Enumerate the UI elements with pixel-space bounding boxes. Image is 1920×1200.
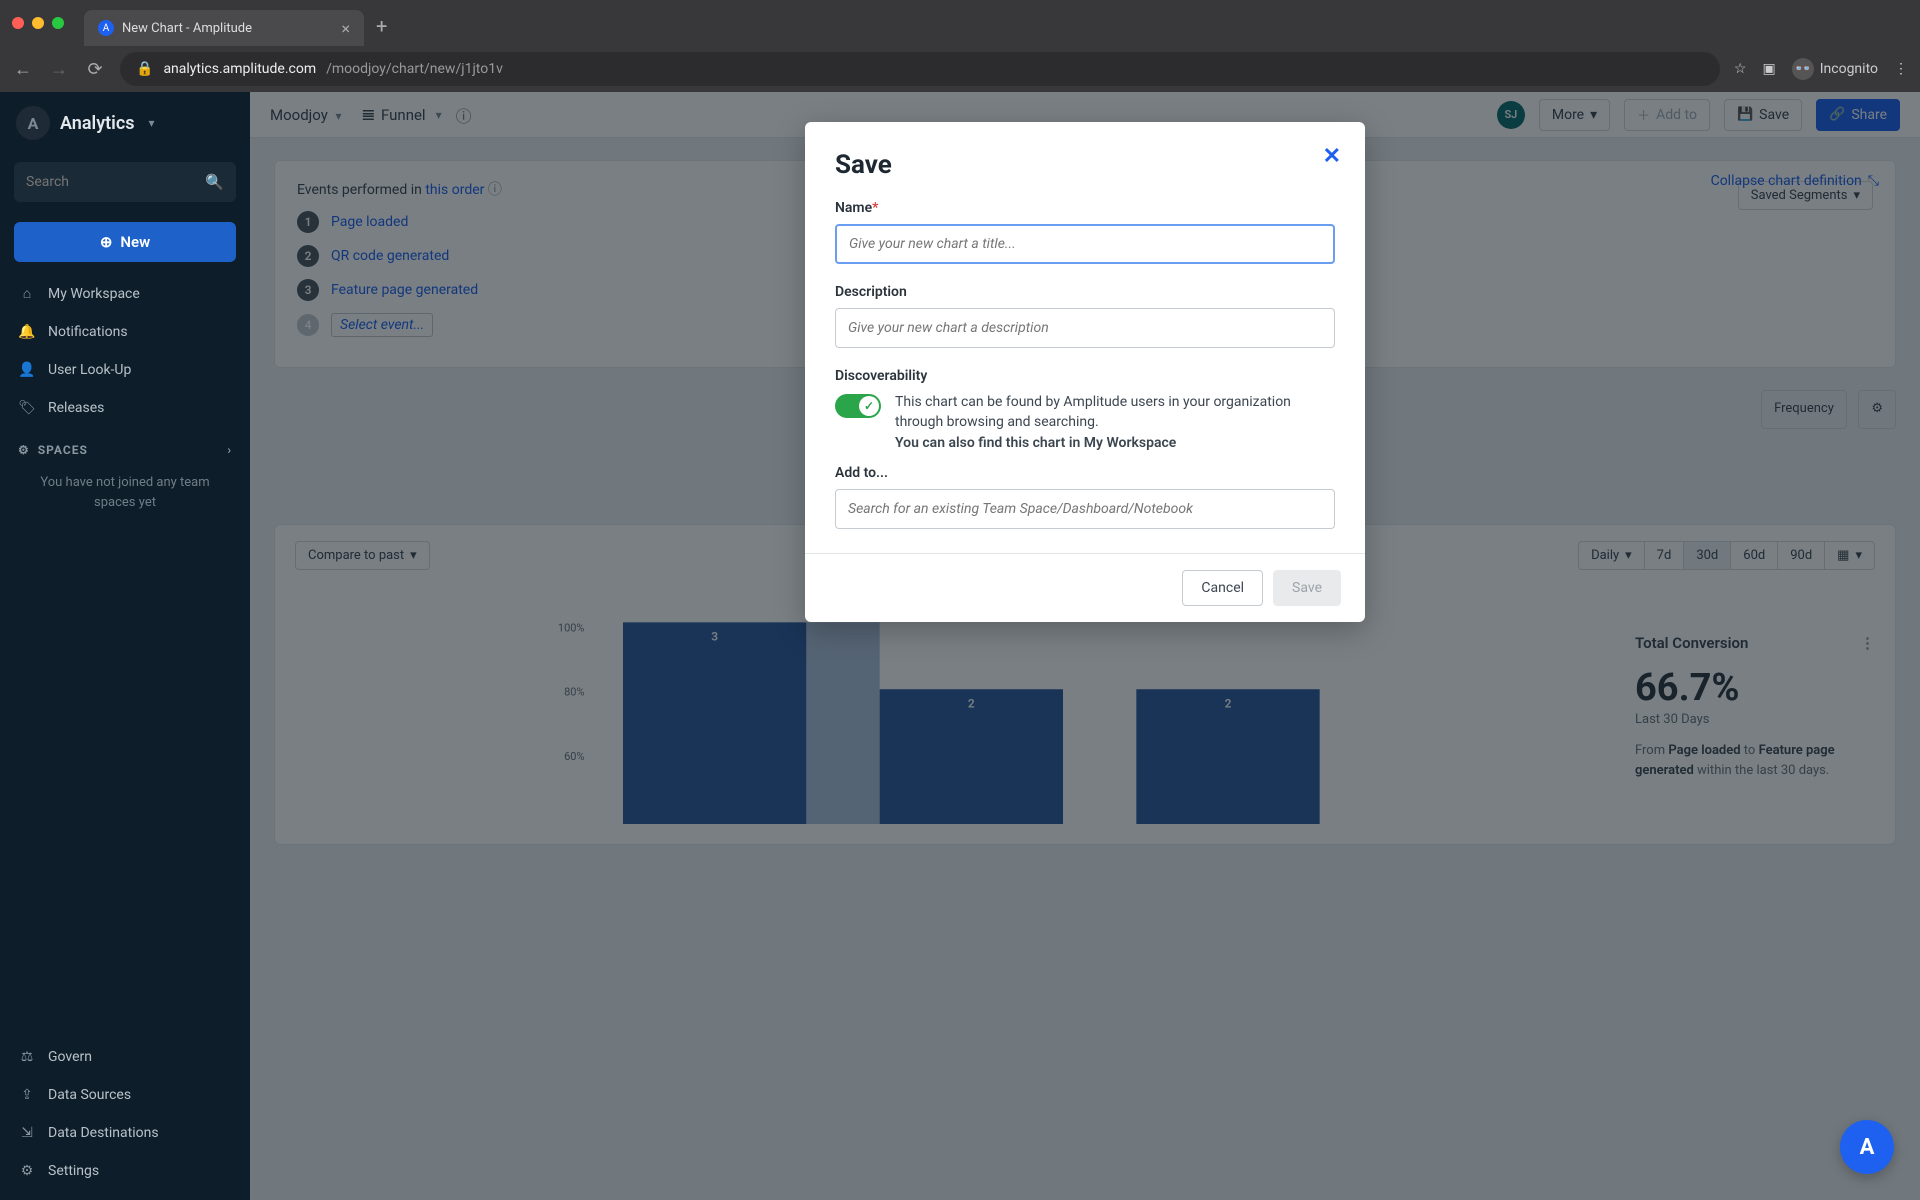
sidebar-item-notifications[interactable]: 🔔 Notifications — [0, 313, 250, 351]
discoverability-label: Discoverability — [835, 368, 1335, 384]
browser-tab-strip: A New Chart - Amplitude × + — [0, 0, 1920, 46]
amplitude-icon: A — [1860, 1135, 1875, 1160]
back-icon[interactable]: ← — [12, 59, 34, 80]
window-controls — [12, 17, 64, 29]
workspace-switcher[interactable]: A Analytics ▾ — [0, 92, 250, 154]
modal-footer: Cancel Save — [805, 553, 1365, 622]
amplitude-logo-icon: A — [16, 106, 50, 140]
add-to-input[interactable] — [835, 489, 1335, 529]
sidebar-item-data-destinations[interactable]: ⇲ Data Destinations — [0, 1114, 250, 1152]
name-label-text: Name — [835, 200, 872, 216]
plus-circle-icon: ⊕ — [100, 233, 113, 251]
download-icon: ⇲ — [18, 1125, 36, 1141]
sidebar-search[interactable]: 🔍 — [14, 162, 236, 202]
discoverability-toggle[interactable]: ✓ — [835, 394, 881, 418]
amplitude-favicon-icon: A — [98, 20, 114, 36]
spaces-header[interactable]: ⚙ SPACES › — [0, 427, 250, 465]
chevron-down-icon: ▾ — [149, 116, 155, 130]
discoverability-description: This chart can be found by Amplitude use… — [895, 392, 1335, 453]
window-zoom-icon[interactable] — [52, 17, 64, 29]
disc-text-2: You can also find this chart in My Works… — [895, 435, 1176, 451]
incognito-icon: 👓 — [1792, 58, 1814, 80]
bookmark-icon[interactable]: ☆ — [1734, 61, 1747, 77]
tag-icon: 🏷 — [18, 400, 36, 416]
main-content: Moodjoy ▾ 𝌆 Funnel ▾ ⓘ SJ More ▾ ＋Add to… — [250, 92, 1920, 1200]
modal-save-button[interactable]: Save — [1273, 570, 1341, 606]
gear-icon: ⚙ — [18, 1163, 36, 1179]
search-input[interactable] — [26, 174, 205, 190]
help-fab[interactable]: A — [1840, 1120, 1894, 1174]
new-tab-button[interactable]: + — [376, 14, 387, 38]
sidebar-item-data-sources[interactable]: ⇪ Data Sources — [0, 1076, 250, 1114]
sidebar-item-settings[interactable]: ⚙ Settings — [0, 1152, 250, 1190]
new-button[interactable]: ⊕ New — [14, 222, 236, 262]
address-bar[interactable]: 🔒 analytics.amplitude.com/moodjoy/chart/… — [120, 52, 1720, 86]
url-path: /moodjoy/chart/new/j1jto1v — [326, 61, 503, 77]
sidebar: A Analytics ▾ 🔍 ⊕ New ⌂ My Workspace 🔔 N… — [0, 92, 250, 1200]
disc-text-1: This chart can be found by Amplitude use… — [895, 394, 1291, 430]
upload-icon: ⇪ — [18, 1087, 36, 1103]
sidebar-item-label: Notifications — [48, 324, 128, 340]
new-button-label: New — [120, 233, 150, 251]
sidebar-item-label: Releases — [48, 400, 104, 416]
browser-tab[interactable]: A New Chart - Amplitude × — [84, 10, 364, 46]
sidebar-item-label: Settings — [48, 1163, 99, 1179]
save-modal: Save ✕ Name* Description Discoverability… — [805, 122, 1365, 622]
govern-icon: ⚖ — [18, 1049, 36, 1065]
reload-icon[interactable]: ⟳ — [84, 59, 106, 80]
modal-close-button[interactable]: ✕ — [1323, 144, 1341, 169]
forward-icon[interactable]: → — [48, 59, 70, 80]
sidebar-item-label: Data Destinations — [48, 1125, 159, 1141]
browser-toolbar: ← → ⟳ 🔒 analytics.amplitude.com/moodjoy/… — [0, 46, 1920, 92]
bell-icon: 🔔 — [18, 324, 36, 340]
browser-menu-icon[interactable]: ⋮ — [1894, 61, 1908, 77]
sidebar-item-my-workspace[interactable]: ⌂ My Workspace — [0, 274, 250, 313]
sidebar-item-label: Data Sources — [48, 1087, 131, 1103]
search-icon: 🔍 — [205, 173, 224, 191]
user-icon: 👤 — [18, 362, 36, 378]
chevron-right-icon: › — [227, 443, 232, 457]
home-icon: ⌂ — [18, 285, 36, 302]
spaces-empty-text: You have not joined any team spaces yet — [0, 465, 250, 520]
window-minimize-icon[interactable] — [32, 17, 44, 29]
add-to-label: Add to... — [835, 465, 1335, 481]
name-input[interactable] — [835, 224, 1335, 264]
name-field-label: Name* — [835, 200, 1335, 216]
description-field-label: Description — [835, 284, 1335, 300]
cancel-button[interactable]: Cancel — [1182, 570, 1263, 606]
sidebar-item-label: Govern — [48, 1049, 92, 1065]
close-tab-icon[interactable]: × — [341, 19, 350, 38]
sidebar-item-releases[interactable]: 🏷 Releases — [0, 389, 250, 427]
modal-title: Save — [835, 150, 1335, 180]
sidebar-item-govern[interactable]: ⚖ Govern — [0, 1038, 250, 1076]
check-icon: ✓ — [859, 396, 879, 416]
description-input[interactable] — [835, 308, 1335, 348]
sidebar-item-label: User Look-Up — [48, 362, 131, 378]
sidebar-item-label: My Workspace — [48, 286, 140, 302]
incognito-label: Incognito — [1820, 61, 1878, 77]
extensions-icon[interactable]: ▣ — [1762, 61, 1775, 77]
lock-icon: 🔒 — [136, 61, 153, 77]
app-title: Analytics — [60, 113, 135, 134]
window-close-icon[interactable] — [12, 17, 24, 29]
incognito-badge: 👓 Incognito — [1792, 58, 1878, 80]
tab-title: New Chart - Amplitude — [122, 21, 252, 36]
url-domain: analytics.amplitude.com — [163, 61, 316, 77]
spaces-label: SPACES — [38, 443, 88, 457]
spaces-icon: ⚙ — [18, 443, 30, 457]
sidebar-item-user-lookup[interactable]: 👤 User Look-Up — [0, 351, 250, 389]
